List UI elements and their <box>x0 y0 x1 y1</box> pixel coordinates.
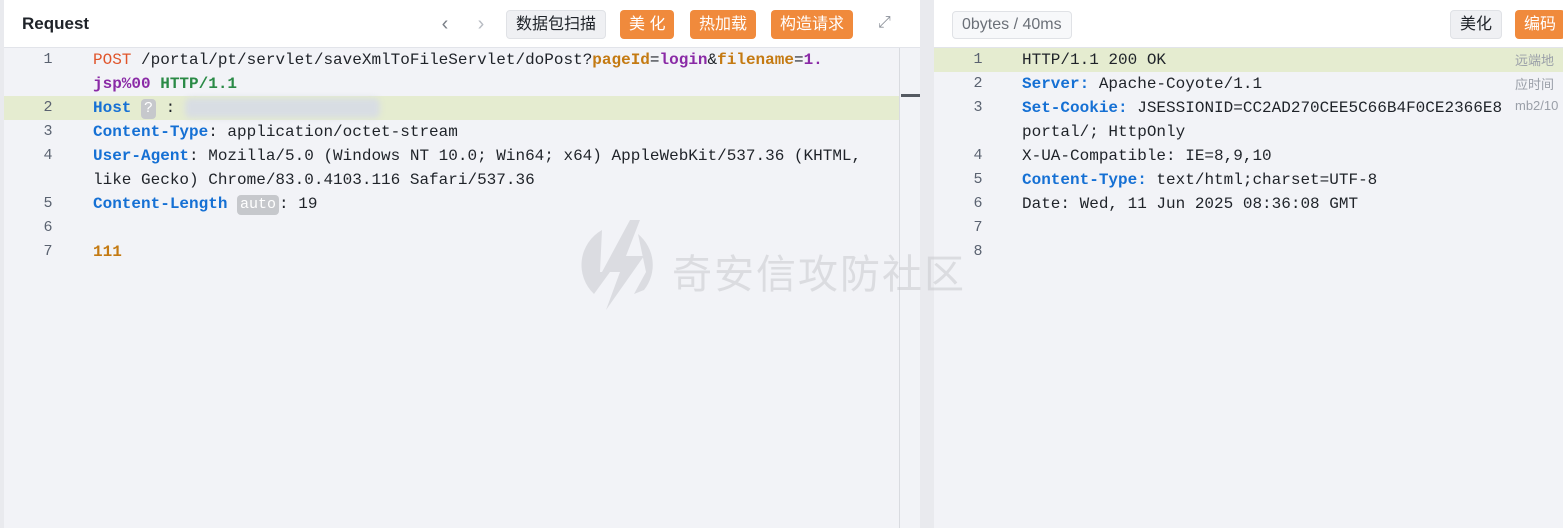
code-line: 6 Date: Wed, 11 Jun 2025 08:36:08 GMT <box>934 192 1563 216</box>
encode-button[interactable]: 编码 <box>1515 10 1563 39</box>
header-sep: : <box>165 99 176 117</box>
code-line: 3 Set-Cookie: JSESSIONID=CC2AD270CEE5C66… <box>934 96 1563 120</box>
line-number: 2 <box>973 75 983 92</box>
expand-icon[interactable]: ⤢ <box>878 14 896 32</box>
status-line: HTTP/1.1 200 OK <box>1022 51 1167 69</box>
header-key: Set-Cookie: <box>1022 99 1128 117</box>
side-hint: mb2/10 <box>1515 98 1559 113</box>
param-value: login <box>659 51 708 69</box>
line-number: 7 <box>43 243 53 260</box>
request-title: Request <box>22 14 90 33</box>
code-line: 4 X-UA-Compatible: IE=8,9,10 <box>934 144 1563 168</box>
code-line: 8 <box>934 240 1563 264</box>
header-line: X-UA-Compatible: IE=8,9,10 <box>1022 147 1272 165</box>
header-value: text/html;charset=UTF-8 <box>1146 171 1378 189</box>
line-number: 5 <box>973 171 983 188</box>
code-line: 3 Content-Type: application/octet-stream <box>4 120 920 144</box>
header-chip[interactable]: auto <box>237 195 280 215</box>
response-panel: 0bytes / 40ms 美化 编码 1 HTTP/1.1 200 OK 2 … <box>934 0 1563 528</box>
line-number: 4 <box>973 147 983 164</box>
code-line: 2 Server: Apache-Coyote/1.1 <box>934 72 1563 96</box>
response-header: 0bytes / 40ms 美化 编码 <box>934 0 1563 48</box>
code-line: 4 User-Agent: Mozilla/5.0 (Windows NT 10… <box>4 144 920 168</box>
response-editor[interactable]: 1 HTTP/1.1 200 OK 2 Server: Apache-Coyot… <box>934 48 1563 528</box>
header-value: like Gecko) Chrome/83.0.4103.116 Safari/… <box>93 171 535 189</box>
header-key: Content-Type: <box>1022 171 1147 189</box>
header-line: Date: Wed, 11 Jun 2025 08:36:08 GMT <box>1022 195 1359 213</box>
request-body: 111 <box>93 243 122 261</box>
header-chip[interactable]: ? <box>141 99 157 119</box>
param-eq: = <box>649 51 660 69</box>
line-number: 1 <box>973 51 983 68</box>
line-number: 6 <box>43 219 53 236</box>
code-line: 1 POST /portal/pt/servlet/saveXmlToFileS… <box>4 48 920 72</box>
header-value: : Mozilla/5.0 (Windows NT 10.0; Win64; x… <box>189 147 862 165</box>
code-line-wrap: jsp%00 HTTP/1.1 <box>4 72 920 96</box>
header-key: Content-Type <box>93 123 209 141</box>
header-key: User-Agent <box>93 147 190 165</box>
line-number: 6 <box>973 195 983 212</box>
line-number: 3 <box>973 99 983 116</box>
header-value: : 19 <box>279 195 318 213</box>
header-value: Apache-Coyote/1.1 <box>1089 75 1263 93</box>
header-value: : application/octet-stream <box>208 123 458 141</box>
watermark: 奇安信攻防社区 <box>580 216 980 312</box>
code-line: 5 Content-Type: text/html;charset=UTF-8 <box>934 168 1563 192</box>
line-number: 1 <box>43 51 53 68</box>
param-value: jsp%00 <box>93 75 151 93</box>
header-value: portal/; HttpOnly <box>1022 123 1186 141</box>
side-hint: 远端地 <box>1515 53 1555 68</box>
http-protocol: HTTP/1.1 <box>160 75 238 93</box>
header-key: Server: <box>1022 75 1090 93</box>
header-key: Content-Length <box>93 195 228 213</box>
request-header: Request ‹ › 数据包扫描 美 化 热加载 构造请求 ⤢ <box>4 0 920 48</box>
param-eq: = <box>793 51 804 69</box>
scroll-position-mark[interactable] <box>901 94 920 97</box>
param-value: 1. <box>803 51 823 69</box>
http-method: POST <box>93 51 132 69</box>
hot-load-button[interactable]: 热加载 <box>690 10 757 39</box>
code-line: 7 <box>934 216 1563 240</box>
request-path: /portal/pt/servlet/saveXmlToFileServlet/… <box>141 51 593 69</box>
line-number: 2 <box>43 99 53 116</box>
code-line: 2 Host ? : <box>4 96 920 120</box>
side-hint: 应时间 <box>1515 77 1555 92</box>
back-icon[interactable]: ‹ <box>434 12 456 36</box>
code-line: 1 HTTP/1.1 200 OK <box>934 48 1563 72</box>
packet-scan-button[interactable]: 数据包扫描 <box>506 10 607 39</box>
line-number: 3 <box>43 123 53 140</box>
line-number: 5 <box>43 195 53 212</box>
redacted-host <box>184 97 380 118</box>
code-line: 5 Content-Length auto: 19 <box>4 192 920 216</box>
beautify-button[interactable]: 美化 <box>1450 10 1503 39</box>
param-key: pageId <box>592 51 650 69</box>
header-value: JSESSIONID=CC2AD270CEE5C66B4F0CE2366E8 <box>1127 99 1503 117</box>
line-number: 4 <box>43 147 53 164</box>
response-stats: 0bytes / 40ms <box>952 11 1072 39</box>
forward-icon[interactable]: › <box>470 12 492 36</box>
param-amp: & <box>707 51 718 69</box>
construct-request-button[interactable]: 构造请求 <box>771 10 854 39</box>
code-line-wrap: like Gecko) Chrome/83.0.4103.116 Safari/… <box>4 168 920 192</box>
param-key: filename <box>717 51 794 69</box>
code-line-wrap: portal/; HttpOnly <box>934 120 1563 144</box>
header-key: Host <box>93 99 132 117</box>
watermark-text: 奇安信攻防社区 <box>672 252 966 298</box>
lightning-shield-icon <box>581 220 653 310</box>
beautify-button[interactable]: 美 化 <box>620 10 675 39</box>
